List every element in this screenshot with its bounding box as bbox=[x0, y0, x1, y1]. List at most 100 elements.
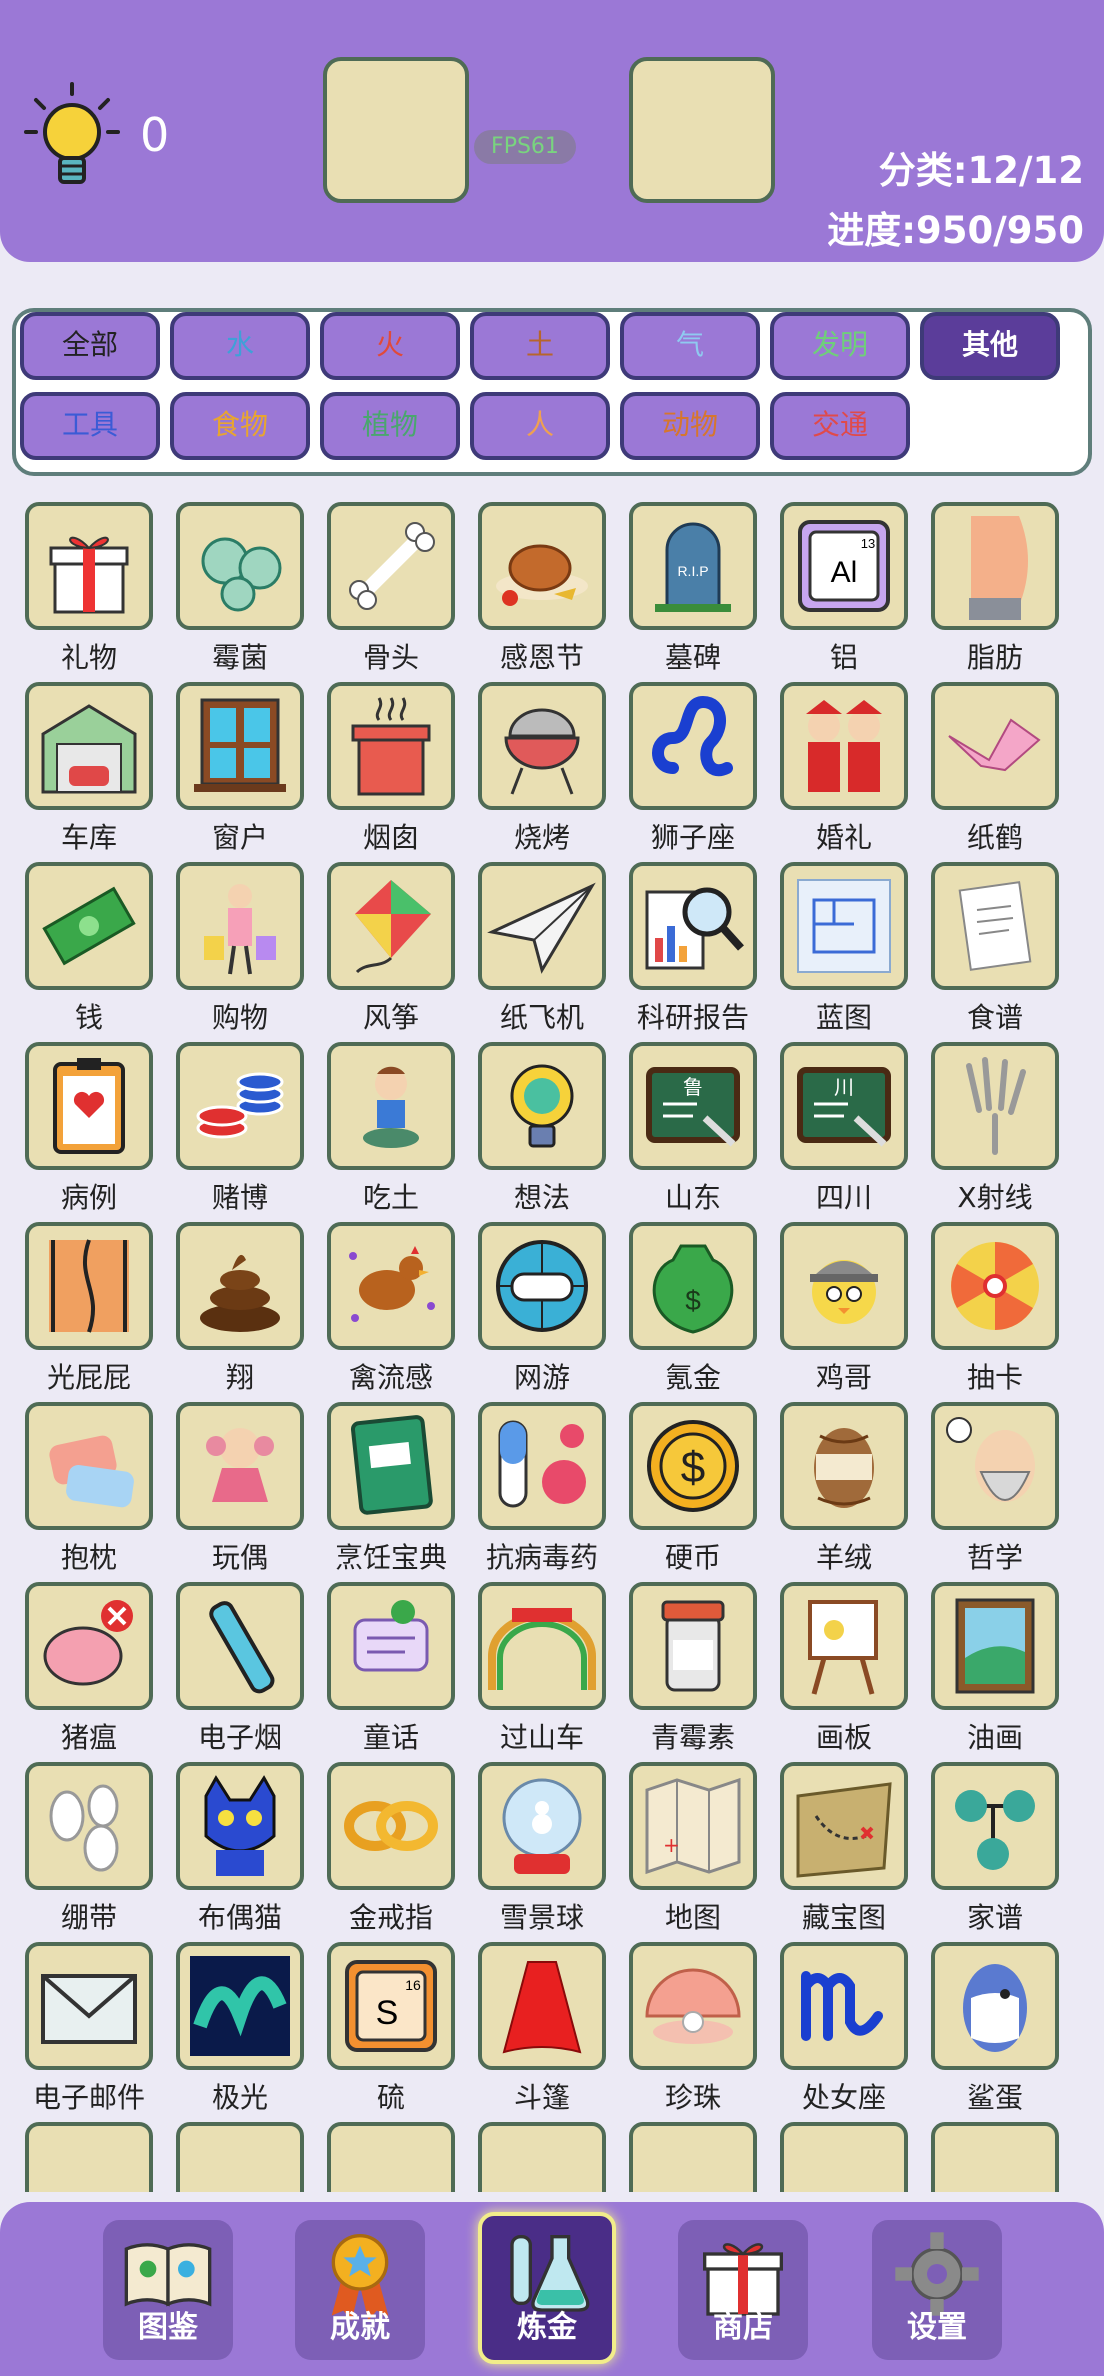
element-card[interactable] bbox=[931, 682, 1059, 810]
element-item[interactable]: 哲学 bbox=[919, 1402, 1071, 1578]
element-card[interactable] bbox=[780, 1942, 908, 2070]
element-item[interactable]: 画板 bbox=[768, 1582, 920, 1758]
element-card[interactable] bbox=[780, 682, 908, 810]
element-item[interactable]: 抗病毒药 bbox=[466, 1402, 618, 1578]
filter-button[interactable]: 植物 bbox=[320, 392, 460, 460]
filter-button[interactable]: 食物 bbox=[170, 392, 310, 460]
filter-button[interactable]: 全部 bbox=[20, 312, 160, 380]
element-card[interactable] bbox=[176, 862, 304, 990]
element-card[interactable] bbox=[327, 862, 455, 990]
hint-bulb-icon[interactable] bbox=[22, 80, 122, 190]
element-item[interactable]: 电子邮件 bbox=[13, 1942, 165, 2118]
nav-book-button[interactable]: 图鉴 bbox=[103, 2220, 233, 2360]
element-card[interactable]: $ bbox=[629, 1402, 757, 1530]
element-card[interactable] bbox=[327, 1402, 455, 1530]
element-item[interactable]: 电子烟 bbox=[164, 1582, 316, 1758]
element-item[interactable]: 处女座 bbox=[768, 1942, 920, 2118]
element-item[interactable]: 抱枕 bbox=[13, 1402, 165, 1578]
element-card[interactable] bbox=[629, 1582, 757, 1710]
nav-gear-button[interactable]: 设置 bbox=[872, 2220, 1002, 2360]
element-item[interactable]: R.I.P 墓碑 bbox=[617, 502, 769, 678]
element-item[interactable]: 病例 bbox=[13, 1042, 165, 1218]
element-item[interactable]: 青霉素 bbox=[617, 1582, 769, 1758]
element-card[interactable] bbox=[176, 1762, 304, 1890]
element-item[interactable]: 极光 bbox=[164, 1942, 316, 2118]
element-item[interactable]: 鲨蛋 bbox=[919, 1942, 1071, 2118]
element-item-partial[interactable] bbox=[919, 2122, 1071, 2192]
element-item[interactable]: 网游 bbox=[466, 1222, 618, 1398]
element-card[interactable] bbox=[931, 1762, 1059, 1890]
element-item[interactable]: 羊绒 bbox=[768, 1402, 920, 1578]
element-card[interactable] bbox=[25, 2122, 153, 2192]
element-item[interactable]: 想法 bbox=[466, 1042, 618, 1218]
element-card[interactable]: 川 bbox=[780, 1042, 908, 1170]
element-card[interactable] bbox=[478, 2122, 606, 2192]
element-card[interactable] bbox=[176, 1582, 304, 1710]
filter-button[interactable]: 土 bbox=[470, 312, 610, 380]
element-card[interactable] bbox=[931, 2122, 1059, 2192]
element-card[interactable] bbox=[327, 682, 455, 810]
nav-flask-button[interactable]: 炼金 bbox=[478, 2212, 616, 2364]
element-item[interactable]: 赌博 bbox=[164, 1042, 316, 1218]
element-item[interactable]: 烹饪宝典 bbox=[315, 1402, 467, 1578]
element-card[interactable] bbox=[780, 1762, 908, 1890]
element-item[interactable]: 窗户 bbox=[164, 682, 316, 858]
element-card[interactable]: 鲁 bbox=[629, 1042, 757, 1170]
element-item[interactable]: 布偶猫 bbox=[164, 1762, 316, 1938]
element-item[interactable]: $ 氪金 bbox=[617, 1222, 769, 1398]
filter-button[interactable]: 火 bbox=[320, 312, 460, 380]
element-item[interactable]: 斗篷 bbox=[466, 1942, 618, 2118]
combine-slot-left[interactable] bbox=[323, 57, 469, 203]
element-item[interactable]: 烟囱 bbox=[315, 682, 467, 858]
element-card[interactable] bbox=[629, 682, 757, 810]
element-card[interactable]: $ bbox=[629, 1222, 757, 1350]
element-item-partial[interactable] bbox=[315, 2122, 467, 2192]
element-item[interactable]: 烧烤 bbox=[466, 682, 618, 858]
element-item[interactable]: 鸡哥 bbox=[768, 1222, 920, 1398]
element-item[interactable]: 抽卡 bbox=[919, 1222, 1071, 1398]
element-card[interactable] bbox=[931, 862, 1059, 990]
element-item[interactable]: 禽流感 bbox=[315, 1222, 467, 1398]
element-item[interactable]: 蓝图 bbox=[768, 862, 920, 1038]
element-item[interactable]: 童话 bbox=[315, 1582, 467, 1758]
element-card[interactable] bbox=[478, 502, 606, 630]
element-item-partial[interactable] bbox=[466, 2122, 618, 2192]
element-card[interactable] bbox=[780, 2122, 908, 2192]
element-item[interactable]: $ 硬币 bbox=[617, 1402, 769, 1578]
element-card[interactable] bbox=[176, 1042, 304, 1170]
element-card[interactable] bbox=[327, 502, 455, 630]
element-item[interactable]: 风筝 bbox=[315, 862, 467, 1038]
element-item[interactable]: 纸飞机 bbox=[466, 862, 618, 1038]
element-item[interactable]: 车库 bbox=[13, 682, 165, 858]
element-card[interactable] bbox=[176, 1222, 304, 1350]
filter-button[interactable]: 水 bbox=[170, 312, 310, 380]
element-card[interactable] bbox=[25, 682, 153, 810]
element-card[interactable] bbox=[478, 1942, 606, 2070]
element-card[interactable] bbox=[327, 1042, 455, 1170]
element-card[interactable] bbox=[780, 862, 908, 990]
element-item[interactable]: X射线 bbox=[919, 1042, 1071, 1218]
element-card[interactable] bbox=[931, 1942, 1059, 2070]
element-card[interactable] bbox=[176, 1402, 304, 1530]
nav-medal-button[interactable]: 成就 bbox=[295, 2220, 425, 2360]
element-card[interactable] bbox=[25, 1582, 153, 1710]
element-card[interactable] bbox=[25, 502, 153, 630]
filter-button[interactable]: 工具 bbox=[20, 392, 160, 460]
element-card[interactable] bbox=[478, 1582, 606, 1710]
element-item[interactable]: 感恩节 bbox=[466, 502, 618, 678]
element-item[interactable]: 川四川 bbox=[768, 1042, 920, 1218]
filter-button[interactable]: 其他 bbox=[920, 312, 1060, 380]
filter-button[interactable]: 动物 bbox=[620, 392, 760, 460]
element-card[interactable] bbox=[327, 1582, 455, 1710]
element-item[interactable]: 骨头 bbox=[315, 502, 467, 678]
element-card[interactable]: S 16 bbox=[327, 1942, 455, 2070]
element-card[interactable] bbox=[176, 2122, 304, 2192]
element-card[interactable] bbox=[629, 2122, 757, 2192]
element-item[interactable]: 雪景球 bbox=[466, 1762, 618, 1938]
element-item[interactable]: 婚礼 bbox=[768, 682, 920, 858]
element-card[interactable] bbox=[478, 1042, 606, 1170]
element-item[interactable]: 光屁屁 bbox=[13, 1222, 165, 1398]
element-item-partial[interactable] bbox=[617, 2122, 769, 2192]
element-card[interactable]: Al 13 bbox=[780, 502, 908, 630]
element-item[interactable]: 吃土 bbox=[315, 1042, 467, 1218]
